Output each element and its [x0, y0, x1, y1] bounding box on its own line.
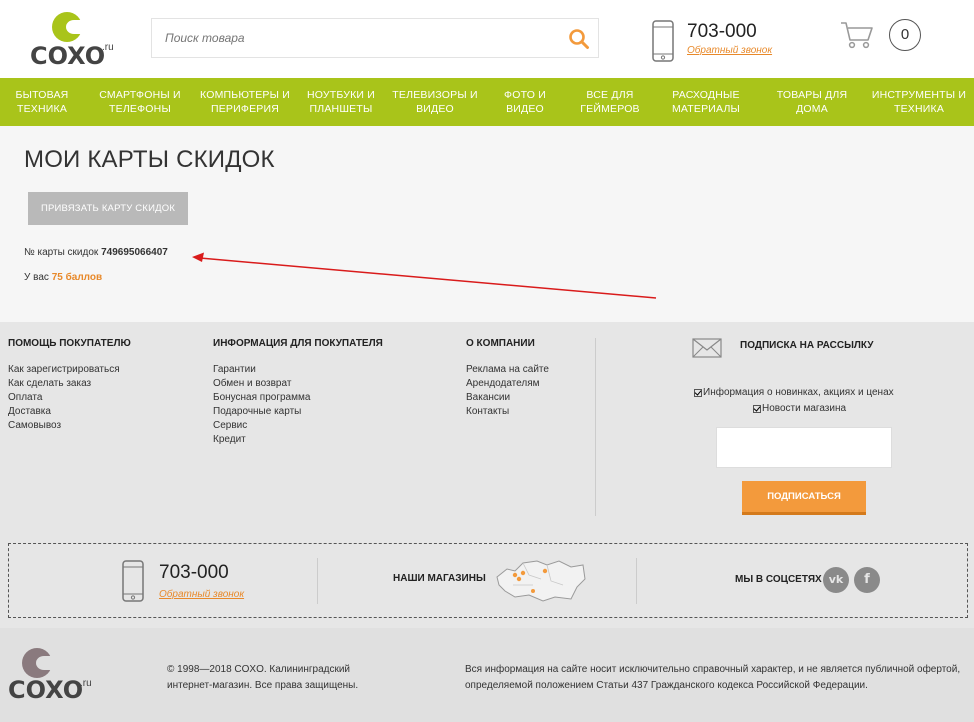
site-logo[interactable]: COXO .ru: [30, 12, 120, 70]
footer-col-title: Помощь покупателю: [8, 338, 131, 349]
subscribe-checkbox-store[interactable]: Новости магазина: [753, 403, 846, 414]
footer-link[interactable]: Реклама на сайте: [466, 363, 549, 377]
nav-item-tools[interactable]: Инструменты и техника: [864, 78, 974, 126]
subscribe-email-input[interactable]: [716, 427, 892, 468]
page-title: МОИ КАРТЫ СКИДОК: [24, 146, 275, 173]
search-icon[interactable]: [568, 28, 590, 50]
footer-link[interactable]: Арендодателям: [466, 377, 549, 391]
nav-item-laptops[interactable]: Ноутбуки и планшеты: [294, 78, 388, 126]
footer-link[interactable]: Кредит: [213, 433, 383, 447]
checkbox-icon[interactable]: [694, 388, 702, 397]
header-phone-number[interactable]: 703-000: [687, 21, 757, 43]
footer-link[interactable]: Обмен и возврат: [213, 377, 383, 391]
checkbox-label: Новости магазина: [762, 403, 847, 414]
bind-card-button[interactable]: Привязать карту скидок: [28, 192, 188, 225]
checkbox-label: Информация о новинках, акциях и ценах: [703, 387, 894, 398]
social-label: Мы в соцсетях: [735, 574, 822, 585]
disclaimer-text: Вся информация на сайте носит исключител…: [465, 664, 961, 691]
footer-col-help: Помощь покупателю Как зарегистрироваться…: [8, 338, 131, 433]
nav-item-tv[interactable]: Телевизоры и видео: [388, 78, 482, 126]
footer-divider: [595, 338, 596, 516]
logo-suffix: .ru: [80, 678, 92, 689]
bonus-label: У вас: [24, 272, 49, 283]
header-callback-link[interactable]: Обратный звонок: [687, 45, 772, 56]
footer-col-company: О компании Реклама на сайте Арендодателя…: [466, 338, 549, 419]
header: COXO .ru 703-000 Обратный звонок 0: [0, 0, 974, 78]
main-content: МОИ КАРТЫ СКИДОК Привязать карту скидок …: [0, 126, 974, 322]
bonus-value: 75 баллов: [51, 272, 103, 283]
nav-item-home[interactable]: Товары для дома: [760, 78, 864, 126]
nav-item-appliances[interactable]: Бытовая техника: [0, 78, 84, 126]
footer-link[interactable]: Сервис: [213, 419, 383, 433]
nav-item-gamers[interactable]: Все для геймеров: [568, 78, 652, 126]
bonus-line: У вас 75 баллов: [24, 272, 102, 283]
card-number-label: № карты скидок: [24, 247, 99, 258]
phone-icon: [122, 560, 144, 602]
footer-link[interactable]: Контакты: [466, 405, 549, 419]
logo-text: COXO: [8, 676, 84, 704]
logo-suffix: .ru: [102, 42, 114, 53]
contact-strip: 703-000 Обратный звонок Наши магазины Мы…: [8, 543, 968, 618]
cart-icon[interactable]: [840, 20, 874, 50]
nav-item-consumables[interactable]: Расходные материалы: [652, 78, 760, 126]
phone-icon: [652, 20, 674, 62]
footer-link[interactable]: Подарочные карты: [213, 405, 383, 419]
vk-icon[interactable]: vk: [823, 567, 849, 593]
annotation-arrow-icon: [192, 252, 657, 299]
footer-link[interactable]: Доставка: [8, 405, 131, 419]
footer-col-title: О компании: [466, 338, 535, 349]
footer-phone-number[interactable]: 703-000: [159, 562, 229, 584]
card-number-line: № карты скидок 749695066407: [24, 247, 168, 258]
region-map-icon[interactable]: [493, 555, 589, 605]
footer-link[interactable]: Бонусная программа: [213, 391, 383, 405]
footer-link[interactable]: Гарантии: [213, 363, 383, 377]
subscribe-checkbox-news[interactable]: Информация о новинках, акциях и ценах: [694, 387, 894, 398]
subscribe-title: Подписка на рассылку: [740, 340, 874, 351]
bottom-bar: COXO .ru © 1998—2018 COXO. Калининградск…: [0, 628, 974, 722]
footer-callback-link[interactable]: Обратный звонок: [159, 589, 244, 600]
checkbox-icon[interactable]: [753, 404, 761, 413]
nav-item-smartphones[interactable]: Смартфоны и телефоны: [84, 78, 196, 126]
nav-item-computers[interactable]: Компьютеры и периферия: [196, 78, 294, 126]
footer-logo[interactable]: COXO .ru: [8, 648, 98, 704]
nav-item-photo[interactable]: Фото и видео: [482, 78, 568, 126]
logo-mark-icon: [52, 12, 82, 42]
our-shops-label[interactable]: Наши магазины: [393, 573, 486, 584]
footer-link[interactable]: Как сделать заказ: [8, 377, 131, 391]
footer-link[interactable]: Самовывоз: [8, 419, 131, 433]
contact-divider: [317, 558, 318, 604]
footer-col-title: Информация для покупателя: [213, 338, 383, 349]
footer-col-info: Информация для покупателя Гарантии Обмен…: [213, 338, 383, 447]
facebook-icon[interactable]: f: [854, 567, 880, 593]
contact-divider: [636, 558, 637, 604]
footer-link[interactable]: Как зарегистрироваться: [8, 363, 131, 377]
search-input[interactable]: [152, 19, 552, 57]
subscribe-button[interactable]: Подписаться: [742, 481, 866, 515]
logo-text: COXO: [30, 42, 106, 70]
category-nav: Бытовая техника Смартфоны и телефоны Ком…: [0, 78, 974, 126]
footer-link[interactable]: Оплата: [8, 391, 131, 405]
footer-link[interactable]: Вакансии: [466, 391, 549, 405]
envelope-icon: [692, 338, 722, 358]
card-number-value: 749695066407: [101, 247, 168, 258]
logo-mark-icon: [22, 648, 52, 678]
footer: Помощь покупателю Как зарегистрироваться…: [0, 322, 974, 628]
cart-count-badge[interactable]: 0: [889, 19, 921, 51]
search-box: [151, 18, 599, 58]
copyright-text: © 1998—2018 COXO. Калининградский интерн…: [167, 664, 359, 691]
